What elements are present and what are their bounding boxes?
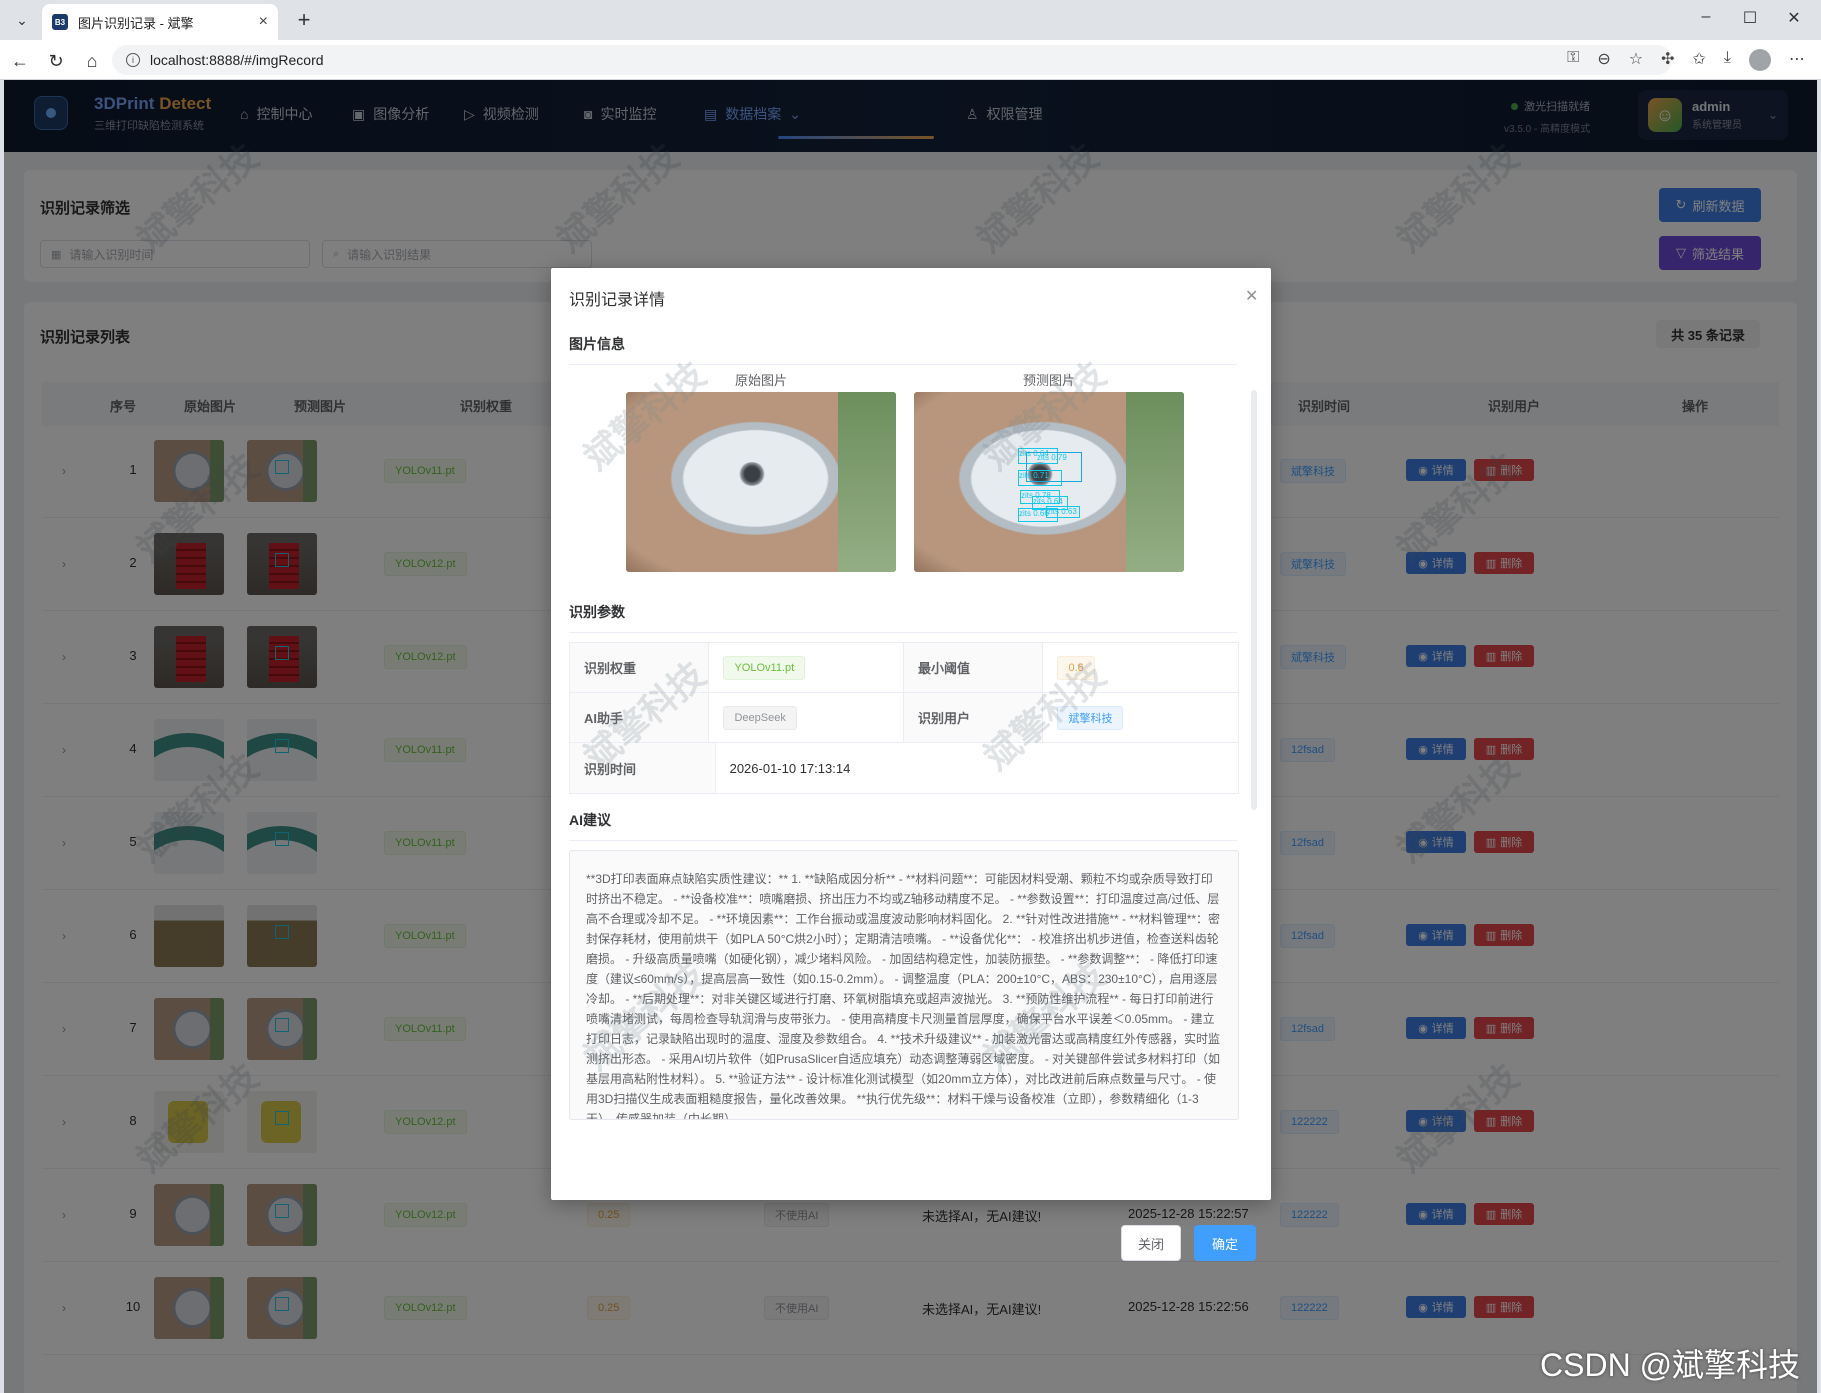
original-image-caption: 原始图片 [734, 373, 787, 388]
params-table: 识别权重 YOLOv11.pt 最小阈值 0.6 AI助手 DeepSeek 识… [569, 642, 1239, 794]
browser-toolbar-icons: ⚿ ⊖ ☆ ✣ ✩ ⤓ ⋯ [1567, 49, 1805, 71]
key-icon[interactable]: ⚿ [1567, 49, 1579, 71]
tab-title: 图片识别记录 - 斌擎 [78, 15, 194, 31]
star-icon[interactable]: ☆ [1629, 49, 1643, 71]
tab-close-icon[interactable]: × [259, 13, 268, 31]
detection-box: zits 0.63 [1046, 506, 1080, 518]
predicted-image-caption: 预测图片 [1022, 373, 1075, 388]
new-tab-plus-icon[interactable]: + [290, 6, 318, 34]
dialog-title: 识别记录详情 [569, 292, 666, 309]
param-weight-label: 识别权重 [570, 643, 710, 692]
browser-tab-bar: ⌄ B3 图片识别记录 - 斌擎 × + – ☐ ✕ [0, 0, 1821, 40]
param-conf-label: 最小阈值 [904, 643, 1044, 692]
param-weight-tag: YOLOv11.pt [723, 655, 806, 680]
param-ai-tag: DeepSeek [723, 705, 797, 730]
site-info-icon[interactable]: i [126, 53, 140, 67]
dialog-close-icon[interactable]: ✕ [1245, 286, 1258, 306]
favorites-icon[interactable]: ✩ [1693, 49, 1706, 71]
home-icon[interactable]: ⌂ [80, 49, 104, 73]
tab-list-chevron-icon[interactable]: ⌄ [10, 8, 34, 32]
dialog-cancel-button[interactable]: 关闭 [1121, 1225, 1181, 1261]
window-close-icon[interactable]: ✕ [1774, 8, 1814, 28]
ai-advice-text: **3D打印表面麻点缺陷实质性建议：** 1. **缺陷成因分析** - **材… [569, 850, 1239, 1120]
url-text: localhost:8888/#/imgRecord [150, 52, 324, 68]
reload-icon[interactable]: ↻ [44, 49, 68, 73]
section-params: 识别参数 [569, 602, 1237, 633]
extensions-icon[interactable]: ✣ [1661, 49, 1674, 71]
param-conf-tag: 0.6 [1057, 655, 1095, 680]
predicted-image[interactable]: zits 0.64 zits 0.79 zits 0.71 zits 0.78 … [914, 392, 1184, 572]
csdn-watermark: CSDN @斌擎科技 [1540, 1347, 1801, 1383]
param-time-label: 识别时间 [570, 743, 716, 793]
back-arrow-icon[interactable]: ← [8, 49, 32, 73]
param-ai-label: AI助手 [570, 693, 710, 742]
maximize-icon[interactable]: ☐ [1730, 8, 1770, 28]
dialog-ok-button[interactable]: 确定 [1194, 1225, 1256, 1261]
minimize-icon[interactable]: – [1686, 8, 1726, 26]
param-time-value: 2026-01-10 17:13:14 [729, 760, 851, 776]
address-bar: ← ↻ ⌂ i localhost:8888/#/imgRecord ⚿ ⊖ ☆… [0, 40, 1821, 80]
zoom-icon[interactable]: ⊖ [1597, 49, 1610, 71]
param-user-tag: 斌擎科技 [1057, 705, 1124, 730]
app-viewport: 3DPrint Detect 三维打印缺陷检测系统 ⌂控制中心 ▣图像分析 ▷视… [4, 80, 1817, 1393]
param-user-label: 识别用户 [904, 693, 1044, 742]
detection-box: zits 0.71 [1018, 470, 1062, 486]
browser-tab[interactable]: B3 图片识别记录 - 斌擎 × [42, 4, 278, 40]
download-icon[interactable]: ⤓ [1724, 49, 1731, 71]
section-image-info: 图片信息 [569, 334, 1237, 365]
more-menu-icon[interactable]: ⋯ [1789, 49, 1805, 71]
url-input[interactable]: i localhost:8888/#/imgRecord [112, 45, 1672, 75]
dialog-body[interactable]: 图片信息 原始图片 预测图片 zits 0.64 zits 0.79 zits … [551, 320, 1271, 1120]
original-image[interactable] [626, 392, 896, 572]
favicon: B3 [52, 14, 68, 30]
profile-avatar[interactable] [1749, 49, 1771, 71]
record-detail-dialog: 识别记录详情 ✕ 图片信息 原始图片 预测图片 zits 0.64 zits 0… [551, 268, 1271, 1200]
section-ai-advice: AI建议 [569, 810, 1237, 841]
dialog-scrollbar[interactable] [1251, 390, 1257, 810]
